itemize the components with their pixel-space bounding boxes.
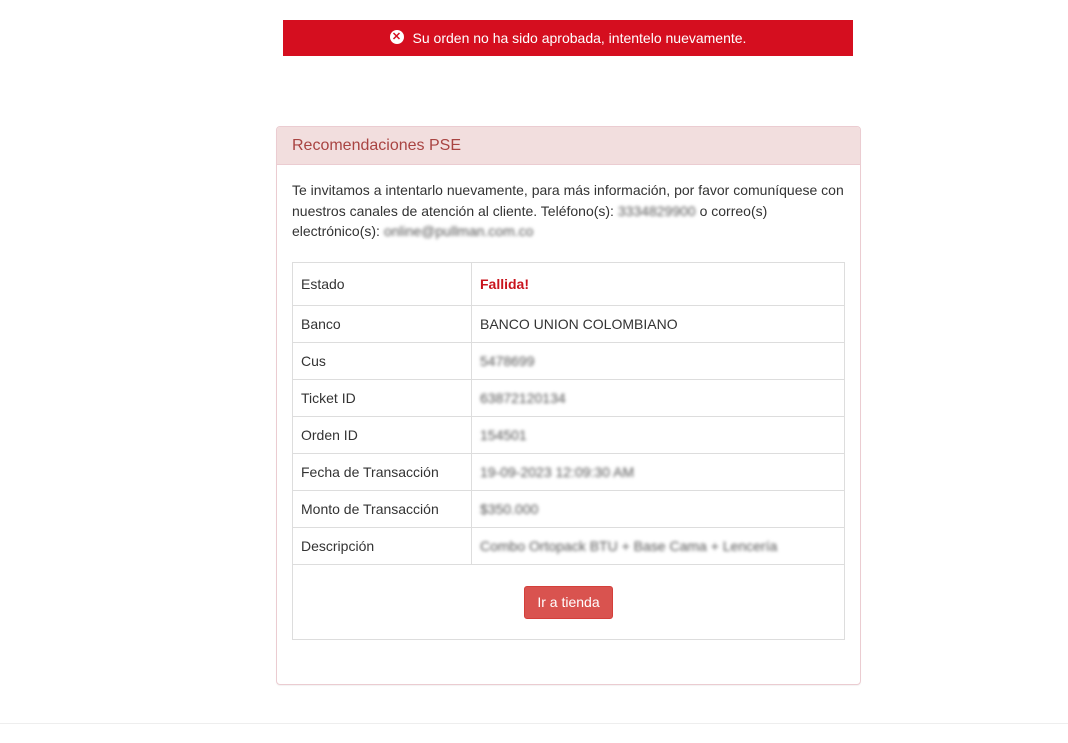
row-label: Ticket ID — [292, 378, 472, 417]
actions-cell: Ir a tienda — [292, 563, 845, 640]
table-row-cus: Cus 5478699 — [292, 341, 845, 380]
ticket-id-value: 63872120134 — [471, 378, 845, 417]
ticket-id-text: 63872120134 — [480, 389, 566, 406]
row-label: Banco — [292, 304, 472, 343]
bank-value: BANCO UNION COLOMBIANO — [471, 304, 845, 343]
intro-text: Te invitamos a intentarlo nuevamente, pa… — [292, 180, 852, 242]
phone-number: 3334829900 — [617, 202, 696, 219]
footer-divider — [0, 723, 1068, 724]
cus-value-text: 5478699 — [480, 352, 535, 369]
table-row-monto: Monto de Transacción $350.000 — [292, 489, 845, 528]
order-id-text: 154501 — [480, 426, 527, 443]
status-value: Fallida! — [471, 261, 845, 306]
row-label: Estado — [292, 261, 472, 306]
table-row-banco: Banco BANCO UNION COLOMBIANO — [292, 304, 845, 343]
pse-recommendations-panel: Recomendaciones PSE Te invitamos a inten… — [276, 126, 861, 685]
table-row-actions: Ir a tienda — [292, 563, 845, 640]
amount-text: $350.000 — [480, 500, 539, 517]
date-text: 19-09-2023 12:09:30 AM — [480, 463, 635, 480]
row-label: Fecha de Transacción — [292, 452, 472, 491]
table-row-ticket-id: Ticket ID 63872120134 — [292, 378, 845, 417]
panel-title: Recomendaciones PSE — [277, 127, 860, 165]
panel-body: Te invitamos a intentarlo nuevamente, pa… — [277, 165, 860, 640]
row-label: Cus — [292, 341, 472, 380]
table-row-fecha: Fecha de Transacción 19-09-2023 12:09:30… — [292, 452, 845, 491]
email-address: online@pullman.com.co — [383, 223, 534, 239]
close-circle-icon: ✕ — [389, 30, 404, 44]
transaction-table: Estado Fallida! Banco BANCO UNION COLOMB… — [292, 261, 845, 640]
amount-value: $350.000 — [471, 489, 845, 528]
error-alert: ✕ Su orden no ha sido aprobada, intentel… — [283, 20, 853, 56]
table-row-descripcion: Descripción Combo Ortopack BTU + Base Ca… — [292, 526, 845, 565]
description-value: Combo Ortopack BTU + Base Cama + Lencerí… — [471, 526, 845, 565]
date-value: 19-09-2023 12:09:30 AM — [471, 452, 845, 491]
error-message: Su orden no ha sido aprobada, intentelo … — [412, 30, 747, 46]
row-label: Monto de Transacción — [292, 489, 472, 528]
description-text: Combo Ortopack BTU + Base Cama + Lencerí… — [480, 537, 778, 554]
table-row-orden-id: Orden ID 154501 — [292, 415, 845, 454]
go-to-store-button[interactable]: Ir a tienda — [524, 586, 613, 619]
order-id-value: 154501 — [471, 415, 845, 454]
row-label: Orden ID — [292, 415, 472, 454]
cus-value: 5478699 — [471, 341, 845, 380]
table-row-estado: Estado Fallida! — [292, 261, 845, 306]
row-label: Descripción — [292, 526, 472, 565]
